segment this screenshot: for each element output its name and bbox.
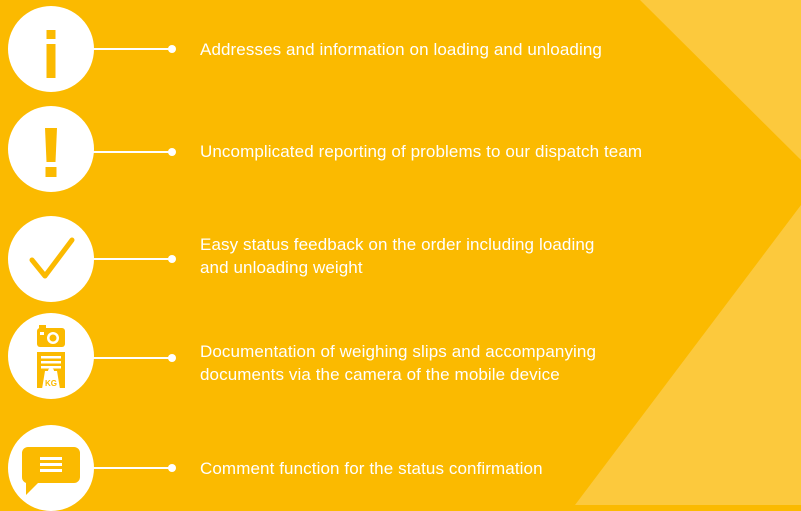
connector-line: [93, 48, 171, 50]
connector-dot: [168, 45, 176, 53]
feature-text: Addresses and information on loading and…: [200, 40, 602, 59]
comment-icon: [8, 425, 94, 511]
camera-scale-icon: KG: [8, 313, 94, 399]
feature-text-line1: Easy status feedback on the order includ…: [200, 235, 595, 254]
connector-line: [93, 258, 171, 260]
connector-dot: [168, 354, 176, 362]
connector-line: [93, 151, 171, 153]
info-icon: [8, 6, 94, 92]
exclamation-icon: [8, 106, 94, 192]
connector-dot: [168, 148, 176, 156]
feature-text: Comment function for the status confirma…: [200, 459, 543, 478]
checkmark-icon: [8, 216, 94, 302]
feature-text: Uncomplicated reporting of problems to o…: [200, 142, 643, 161]
kg-badge: KG: [45, 379, 57, 388]
connector-dot: [168, 464, 176, 472]
connector-line: [93, 467, 171, 469]
feature-text-line2: and unloading weight: [200, 258, 363, 277]
feature-text-line2: documents via the camera of the mobile d…: [200, 365, 560, 384]
connector-dot: [168, 255, 176, 263]
feature-text-line1: Documentation of weighing slips and acco…: [200, 342, 597, 361]
connector-line: [93, 357, 171, 359]
